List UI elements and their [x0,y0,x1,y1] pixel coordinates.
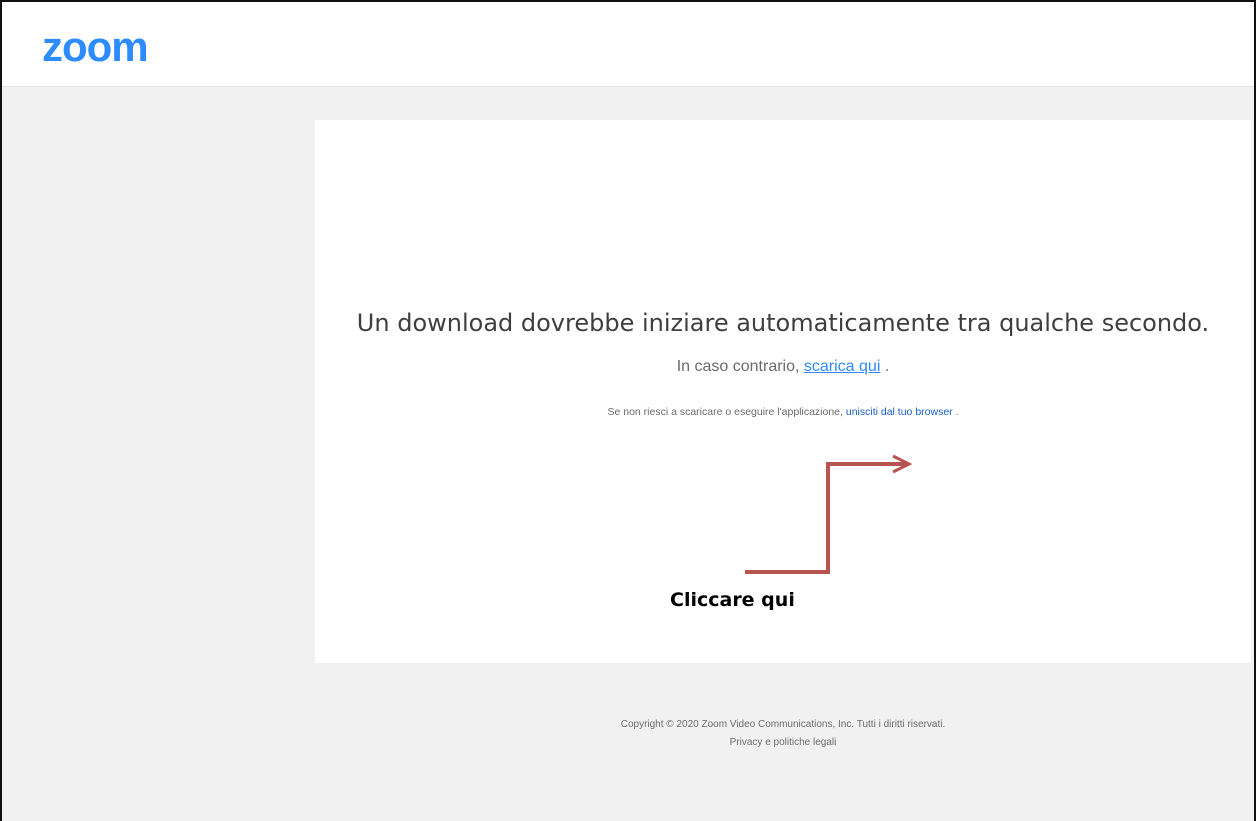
page-footer: Copyright © 2020 Zoom Video Communicatio… [315,716,1251,752]
annotation-label: Cliccare qui [670,589,795,611]
annotation-arrow [745,454,913,574]
fallback-suffix: . [880,358,890,375]
browser-join-line: Se non riesci a scaricare o eseguire l'a… [315,406,1251,418]
copyright-text: Copyright © 2020 Zoom Video Communicatio… [620,719,946,730]
arrow-shaft [745,462,907,574]
download-link[interactable]: scarica qui [804,358,880,375]
download-card: Un download dovrebbe iniziare automatica… [315,120,1251,663]
fallback-line: In caso contrario, scarica qui . [315,358,1251,376]
arrow-head [892,454,913,474]
legal-link[interactable]: Privacy e politiche legali [730,737,837,748]
browser-suffix: . [952,406,959,418]
browser-prefix: Se non riesci a scaricare o eseguire l'a… [607,406,846,418]
fallback-prefix: In caso contrario, [676,358,804,375]
browser-page: zoom Un download dovrebbe iniziare autom… [0,0,1256,821]
join-from-browser-link[interactable]: unisciti dal tuo browser [846,406,953,418]
download-headline: Un download dovrebbe iniziare automatica… [356,309,1210,337]
zoom-logo[interactable]: zoom [42,18,149,76]
top-bar: zoom [2,2,1254,87]
